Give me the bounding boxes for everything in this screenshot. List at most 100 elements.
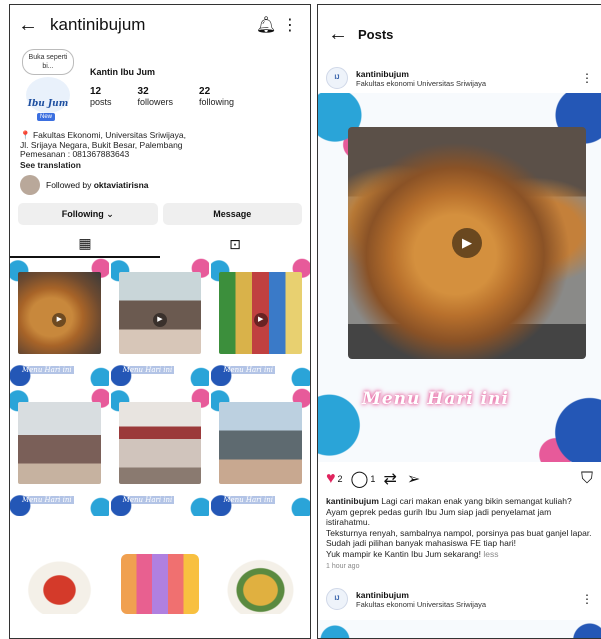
post-account-name[interactable]: kantinibujum	[356, 590, 581, 600]
caption-line: Teksturnya renyah, sambalnya nampol, por…	[326, 527, 592, 538]
caption-username[interactable]: kantinibujum	[326, 496, 379, 506]
page-title: Posts	[358, 26, 394, 42]
account-avatar[interactable]: IJ	[326, 67, 348, 89]
stat-followers-count: 32	[137, 86, 149, 97]
new-badge: New	[37, 113, 56, 121]
repost-icon[interactable]: ⇄	[383, 469, 396, 489]
profile-header: Buka seperti bi... Ibu Jum New Kantin Ib…	[10, 45, 310, 131]
posts-grid: ▶ Menu Hari ini ▶ Menu Hari ini ▶ Menu H…	[10, 258, 310, 638]
grid-post[interactable]	[110, 518, 210, 638]
post-thumbnail	[219, 402, 302, 484]
display-name: Kantin Ibu Jum	[90, 67, 155, 77]
grid-post[interactable]	[10, 518, 109, 638]
arrow-left-icon[interactable]: ←	[328, 23, 358, 46]
profile-username: kantinibujum	[50, 15, 146, 34]
message-button[interactable]: Message	[162, 203, 302, 225]
post-location[interactable]: Fakultas ekonomi Universitas Sriwijaya	[356, 79, 581, 88]
profile-stats: 12 posts 32 followers 22 following	[90, 86, 300, 107]
post-screen: ← Posts IJ kantinibujum Fakultas ekonomi…	[317, 4, 601, 639]
post-thumbnail	[120, 554, 200, 614]
grid-post[interactable]	[211, 518, 310, 638]
stat-followers[interactable]: 32 followers	[138, 86, 174, 107]
stat-posts-count: 12	[90, 86, 102, 97]
thumbnail-caption: Menu Hari ini	[120, 366, 175, 374]
play-icon[interactable]: ▶	[452, 228, 482, 258]
caption-line: Sudah jadi pilihan banyak mahasiswa FE t…	[326, 538, 516, 548]
post-account-name[interactable]: kantinibujum	[356, 69, 581, 79]
avatar-logo-text: Ibu Jum	[27, 99, 69, 109]
profile-bio: 📍 Fakultas Ekonomi, Universitas Sriwijay…	[10, 130, 310, 171]
post-media[interactable]: ▶ Menu Hari ini	[318, 93, 601, 462]
followed-by[interactable]: Followed by oktaviatirisna	[10, 170, 310, 200]
stat-posts[interactable]: 12 posts	[90, 86, 112, 107]
play-icon: ▶	[152, 313, 167, 327]
tab-tagged[interactable]: ⊡	[160, 230, 310, 258]
caption-line: Yuk mampir ke Kantin Ibu Jum sekarang!	[326, 548, 481, 559]
post-caption: kantinibujum Lagi cari makan enak yang b…	[318, 496, 601, 559]
grid-post[interactable]: Menu Hari ini	[211, 388, 310, 516]
less-link[interactable]: less	[483, 549, 498, 559]
profile-stats-column: Kantin Ibu Jum 12 posts 32 followers 22 …	[80, 47, 300, 131]
post-thumbnail	[20, 554, 99, 614]
followed-by-prefix: Followed by	[46, 180, 92, 190]
avatar-note-bubble[interactable]: Buka seperti bi...	[22, 49, 74, 75]
caption-line: istirahatmu.	[326, 517, 370, 527]
post-video[interactable]: ▶	[348, 127, 586, 359]
grid-post[interactable]: ▶ Menu Hari ini	[110, 258, 210, 386]
post-location[interactable]: Fakultas ekonomi Universitas Sriwijaya	[356, 600, 581, 609]
grid-post[interactable]: Menu Hari ini	[110, 388, 210, 516]
grid-post[interactable]: Menu Hari ini	[10, 388, 109, 516]
account-avatar[interactable]: IJ	[326, 588, 348, 610]
stat-posts-label: posts	[90, 97, 112, 107]
avatar-logo: Ibu Jum	[26, 77, 70, 113]
stat-following-label: following	[199, 97, 235, 107]
followed-by-user: oktaviatirisna	[93, 180, 149, 190]
post-header: IJ kantinibujum Fakultas ekonomi Univers…	[318, 63, 601, 93]
next-post-header: IJ kantinibujum Fakultas ekonomi Univers…	[318, 584, 601, 614]
share-icon[interactable]: ➢	[407, 469, 420, 489]
avatar[interactable]: Buka seperti bi... Ibu Jum New	[20, 47, 80, 131]
post-thumbnail	[18, 402, 101, 484]
profile-tabs: ▦ ⊡	[10, 230, 310, 258]
tab-grid[interactable]: ▦	[10, 230, 160, 258]
more-vertical-icon[interactable]: ⋮	[278, 15, 302, 35]
grid-post[interactable]: ▶ Menu Hari ini	[10, 258, 109, 386]
stat-following[interactable]: 22 following	[199, 86, 234, 107]
arrow-left-icon[interactable]: ←	[18, 14, 44, 37]
comment-icon[interactable]: ◯	[351, 469, 369, 489]
post-thumbnail	[118, 402, 202, 484]
post-timestamp: 1 hour ago	[326, 563, 360, 570]
bookmark-icon[interactable]: ⛉	[581, 470, 593, 488]
following-button[interactable]: Following ⌄	[18, 203, 158, 225]
next-post-media[interactable]	[318, 620, 601, 638]
see-translation-link[interactable]: See translation	[20, 160, 300, 171]
grid-post[interactable]: ▶ Menu Hari ini	[211, 258, 310, 386]
more-vertical-icon[interactable]: ⋮	[581, 592, 593, 606]
profile-screen: ← kantinibujum 🔔︎ ⋮ Buka seperti bi... I…	[9, 4, 311, 639]
thumbnail-caption: Menu Hari ini	[20, 496, 74, 504]
bell-icon[interactable]: 🔔︎	[254, 15, 278, 35]
grid-icon: ▦	[78, 234, 92, 251]
play-icon: ▶	[253, 313, 268, 327]
post-thumbnail	[221, 554, 300, 614]
stat-followers-label: followers	[137, 97, 174, 107]
bio-line: Pemesanan : 081367883643	[20, 149, 130, 159]
thumbnail-caption: Menu Hari ini	[221, 496, 275, 504]
thumbnail-caption: Menu Hari ini	[120, 496, 175, 504]
thumbnail-caption: Menu Hari ini	[221, 366, 275, 374]
more-vertical-icon[interactable]: ⋮	[581, 71, 593, 85]
like-count[interactable]: 2	[338, 474, 343, 484]
post-topbar: ← Posts	[318, 5, 601, 63]
profile-topbar: ← kantinibujum 🔔︎ ⋮	[10, 5, 310, 45]
profile-actions: Following ⌄ Message	[10, 200, 310, 228]
tagged-person-icon: ⊡	[229, 235, 241, 252]
comment-count[interactable]: 1	[370, 474, 375, 484]
caption-line: Lagi cari makan enak yang bikin semangat…	[378, 496, 572, 506]
stat-following-count: 22	[199, 86, 211, 97]
post-actions: ♥ 2 ◯ 1 ⇄ ➢ ⛉	[318, 462, 601, 496]
follower-avatar	[20, 175, 40, 195]
thumbnail-caption: Menu Hari ini	[20, 366, 74, 374]
media-caption: Menu Hari ini	[362, 389, 509, 409]
heart-icon[interactable]: ♥	[326, 470, 336, 488]
caption-line: Ayam geprek pedas gurih Ibu Jum siap jad…	[326, 506, 552, 517]
